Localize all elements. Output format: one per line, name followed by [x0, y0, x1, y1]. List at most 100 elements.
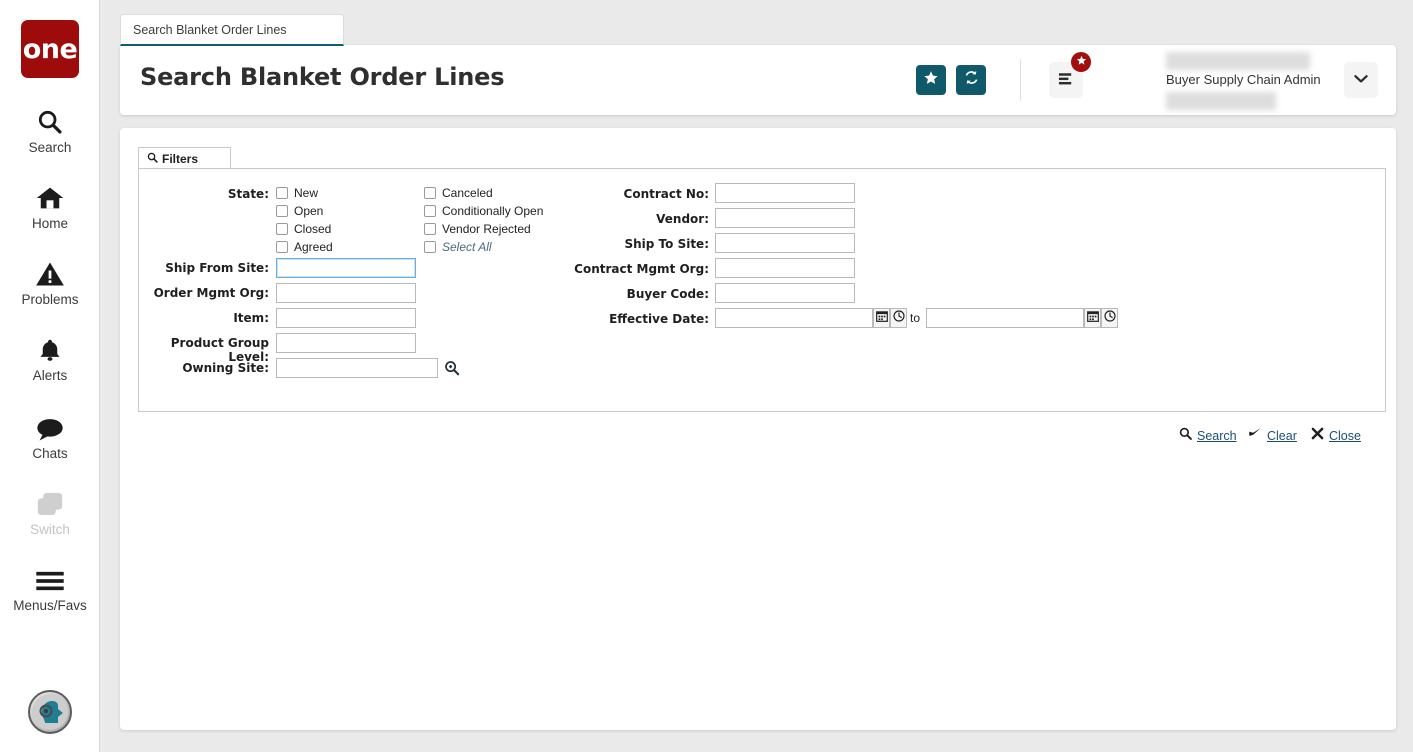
page-title: Search Blanket Order Lines	[140, 63, 504, 91]
sidebar-item-alerts[interactable]: Alerts	[0, 332, 100, 383]
contract-no-input[interactable]	[715, 183, 855, 203]
sidebar-item-label: Home	[0, 216, 100, 231]
ship-to-site-label: Ship To Site:	[549, 237, 709, 251]
filters-body: State: New Open Closed Agreed Cancel	[138, 168, 1386, 412]
hamburger-icon	[0, 562, 100, 594]
header-divider	[1020, 59, 1021, 101]
refresh-button[interactable]	[956, 65, 986, 95]
sidebar-item-label: Chats	[0, 446, 100, 461]
chat-icon	[0, 410, 100, 442]
state-label: State:	[169, 187, 269, 201]
brand-logo[interactable]: one	[21, 20, 79, 78]
order-mgmt-org-input[interactable]	[276, 283, 416, 303]
search-link[interactable]: Search	[1179, 427, 1237, 445]
buyer-code-input[interactable]	[715, 283, 855, 303]
sidebar-item-search[interactable]: Search	[0, 104, 100, 155]
redacted-user-name	[1166, 52, 1310, 70]
checkbox-box[interactable]	[424, 223, 436, 235]
contract-mgmt-org-input[interactable]	[715, 258, 855, 278]
calendar-icon	[876, 309, 888, 327]
tab-filters[interactable]: Filters	[138, 147, 231, 169]
sidebar-item-label: Menus/Favs	[0, 598, 100, 613]
effective-date-to-calendar-button[interactable]	[1084, 308, 1101, 328]
sidebar-item-home[interactable]: Home	[0, 180, 100, 231]
checkbox-label: Open	[294, 204, 323, 218]
sidebar-item-chats[interactable]: Chats	[0, 410, 100, 461]
effective-date-to-time-button[interactable]	[1101, 308, 1118, 328]
filters-panel: Filters State: New Open Closed Agreed	[138, 147, 1386, 412]
ship-from-site-label: Ship From Site:	[139, 261, 269, 275]
checkbox-label: Vendor Rejected	[442, 222, 531, 236]
sidebar-item-switch[interactable]: Switch	[0, 486, 100, 537]
close-icon	[1311, 427, 1324, 445]
eraser-icon	[1248, 427, 1262, 445]
effective-date-label: Effective Date:	[549, 312, 709, 326]
checkbox-box[interactable]	[276, 205, 288, 217]
checkbox-state-vendor-rejected[interactable]: Vendor Rejected	[424, 222, 531, 236]
checkbox-box[interactable]	[424, 205, 436, 217]
menu-badge[interactable]	[1071, 52, 1091, 72]
warning-icon	[0, 256, 100, 288]
hamburger-icon	[1058, 71, 1075, 90]
ship-from-site-input[interactable]	[276, 258, 416, 278]
brand-logo-text: one	[23, 36, 78, 63]
avatar[interactable]	[28, 690, 72, 734]
tab-strip: Search Blanket Order Lines	[120, 14, 344, 46]
checkbox-box[interactable]	[276, 187, 288, 199]
checkbox-box[interactable]	[276, 223, 288, 235]
search-icon	[147, 152, 158, 166]
checkbox-state-select-all[interactable]: Select All	[424, 240, 492, 254]
order-mgmt-org-label: Order Mgmt Org:	[139, 286, 269, 300]
checkbox-box[interactable]	[424, 241, 436, 253]
tab-filters-label: Filters	[162, 152, 198, 166]
search-link-label: Search	[1197, 429, 1237, 443]
user-role-label: Buyer Supply Chain Admin	[1166, 72, 1321, 87]
effective-date-from-time-button[interactable]	[890, 308, 907, 328]
clock-icon	[1104, 309, 1116, 327]
close-link[interactable]: Close	[1311, 427, 1361, 445]
checkbox-state-agreed[interactable]: Agreed	[276, 240, 333, 254]
favorite-button[interactable]	[916, 65, 946, 95]
checkbox-state-closed[interactable]: Closed	[276, 222, 331, 236]
sidebar-item-problems[interactable]: Problems	[0, 256, 100, 307]
main-content: Filters State: New Open Closed Agreed	[120, 128, 1396, 730]
redacted-user-org	[1166, 92, 1276, 110]
tab-search-blanket-order-lines[interactable]: Search Blanket Order Lines	[120, 14, 344, 46]
effective-date-to-input[interactable]	[926, 308, 1084, 328]
user-menu-button[interactable]	[1344, 62, 1378, 98]
sidebar-item-label: Search	[0, 140, 100, 155]
checkbox-state-new[interactable]: New	[276, 186, 318, 200]
checkbox-label: Conditionally Open	[442, 204, 543, 218]
owning-site-input[interactable]	[276, 358, 438, 378]
star-icon	[1076, 53, 1087, 71]
chevron-down-icon	[1354, 71, 1368, 89]
user-info[interactable]: Buyer Supply Chain Admin	[1166, 50, 1316, 110]
vendor-input[interactable]	[715, 208, 855, 228]
checkbox-box[interactable]	[424, 187, 436, 199]
refresh-icon	[963, 69, 980, 91]
clear-link[interactable]: Clear	[1248, 427, 1297, 445]
product-group-level-label: Product Group Level:	[139, 336, 269, 364]
effective-date-from-input[interactable]	[715, 308, 873, 328]
checkbox-state-canceled[interactable]: Canceled	[424, 186, 493, 200]
sidebar-item-label: Alerts	[0, 368, 100, 383]
owning-site-lookup-icon[interactable]	[444, 360, 460, 376]
buyer-code-label: Buyer Code:	[549, 287, 709, 301]
filters-action-bar: Search Clear Close	[139, 427, 1387, 449]
checkbox-label: Select All	[442, 240, 492, 254]
checkbox-state-open[interactable]: Open	[276, 204, 323, 218]
product-group-level-input[interactable]	[276, 333, 416, 353]
contract-mgmt-org-label: Contract Mgmt Org:	[549, 262, 709, 276]
checkbox-state-conditionally-open[interactable]: Conditionally Open	[424, 204, 543, 218]
search-icon	[0, 104, 100, 136]
left-sidebar: one Search Home Problems Alerts Chats	[0, 0, 100, 752]
effective-date-from-calendar-button[interactable]	[873, 308, 890, 328]
sidebar-item-menus-favs[interactable]: Menus/Favs	[0, 562, 100, 613]
ship-to-site-input[interactable]	[715, 233, 855, 253]
search-icon	[1179, 427, 1192, 445]
item-label: Item:	[139, 311, 269, 325]
date-range-separator: to	[910, 311, 920, 325]
item-input[interactable]	[276, 308, 416, 328]
checkbox-box[interactable]	[276, 241, 288, 253]
contract-no-label: Contract No:	[549, 187, 709, 201]
